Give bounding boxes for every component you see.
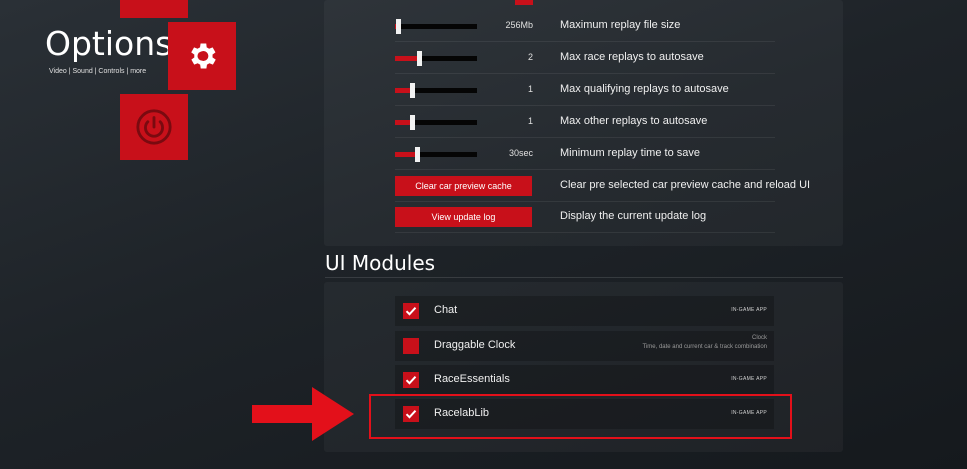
panel-tab-indicator <box>515 0 533 5</box>
module-name: RaceEssentials <box>434 373 510 385</box>
setting-label: Display the current update log <box>560 210 707 222</box>
setting-row-max-replay-size: 256Mb Maximum replay file size <box>395 12 775 42</box>
module-tag: IN-GAME APP <box>731 376 767 382</box>
max-race-replays-slider[interactable] <box>395 51 477 66</box>
module-name: Draggable Clock <box>434 339 516 351</box>
module-row-draggable-clock[interactable]: Draggable Clock Clock Time, date and cur… <box>395 331 774 361</box>
setting-value: 30sec <box>508 148 533 158</box>
view-update-log-button[interactable]: View update log <box>395 207 532 227</box>
setting-value: 256Mb <box>505 20 533 30</box>
draggable-clock-checkbox[interactable] <box>403 338 419 354</box>
setting-label: Max qualifying replays to autosave <box>560 83 729 95</box>
gear-icon <box>191 43 216 69</box>
clear-car-preview-cache-button[interactable]: Clear car preview cache <box>395 176 532 196</box>
setting-label: Max race replays to autosave <box>560 51 704 63</box>
power-icon <box>136 109 172 145</box>
checkmark-icon <box>405 376 417 385</box>
setting-label: Maximum replay file size <box>560 19 681 31</box>
annotation-arrow-icon <box>252 387 354 441</box>
setting-row-max-race-replays: 2 Max race replays to autosave <box>395 44 775 74</box>
module-tag: Clock Time, date and current car & track… <box>643 334 768 352</box>
module-tag-title: Clock <box>751 335 767 341</box>
setting-row-clear-cache: Clear car preview cache Clear pre select… <box>395 172 810 202</box>
max-replay-size-slider[interactable] <box>395 19 477 34</box>
setting-value: 2 <box>527 52 533 62</box>
quit-tile[interactable] <box>120 94 188 160</box>
ui-modules-heading: UI Modules <box>325 251 436 275</box>
page-title: Options <box>45 24 173 63</box>
setting-label: Minimum replay time to save <box>560 147 700 159</box>
settings-tile[interactable] <box>168 22 236 90</box>
raceessentials-checkbox[interactable] <box>403 372 419 388</box>
max-other-replays-slider[interactable] <box>395 115 477 130</box>
module-tag: IN-GAME APP <box>731 307 767 313</box>
setting-row-update-log: View update log Display the current upda… <box>395 203 775 233</box>
module-name: Chat <box>434 304 458 316</box>
checkmark-icon <box>405 307 417 316</box>
section-divider <box>325 277 843 278</box>
chat-checkbox[interactable] <box>403 303 419 319</box>
setting-value: 1 <box>527 116 533 126</box>
setting-row-max-qualifying-replays: 1 Max qualifying replays to autosave <box>395 76 775 106</box>
menu-tile-top[interactable] <box>120 0 188 18</box>
module-row-chat[interactable]: Chat IN-GAME APP <box>395 296 774 326</box>
setting-value: 1 <box>527 84 533 94</box>
page-subtitle: Video | Sound | Controls | more <box>49 68 147 75</box>
max-qualifying-replays-slider[interactable] <box>395 83 477 98</box>
module-tag-detail: Time, date and current car & track combi… <box>642 344 768 350</box>
min-replay-time-slider[interactable] <box>395 147 477 162</box>
setting-label: Max other replays to autosave <box>560 115 708 127</box>
module-row-raceessentials[interactable]: RaceEssentials IN-GAME APP <box>395 365 774 395</box>
setting-row-min-replay-time: 30sec Minimum replay time to save <box>395 140 775 170</box>
setting-row-max-other-replays: 1 Max other replays to autosave <box>395 108 775 138</box>
setting-label: Clear pre selected car preview cache and… <box>560 179 811 191</box>
annotation-highlight-box <box>369 394 792 439</box>
